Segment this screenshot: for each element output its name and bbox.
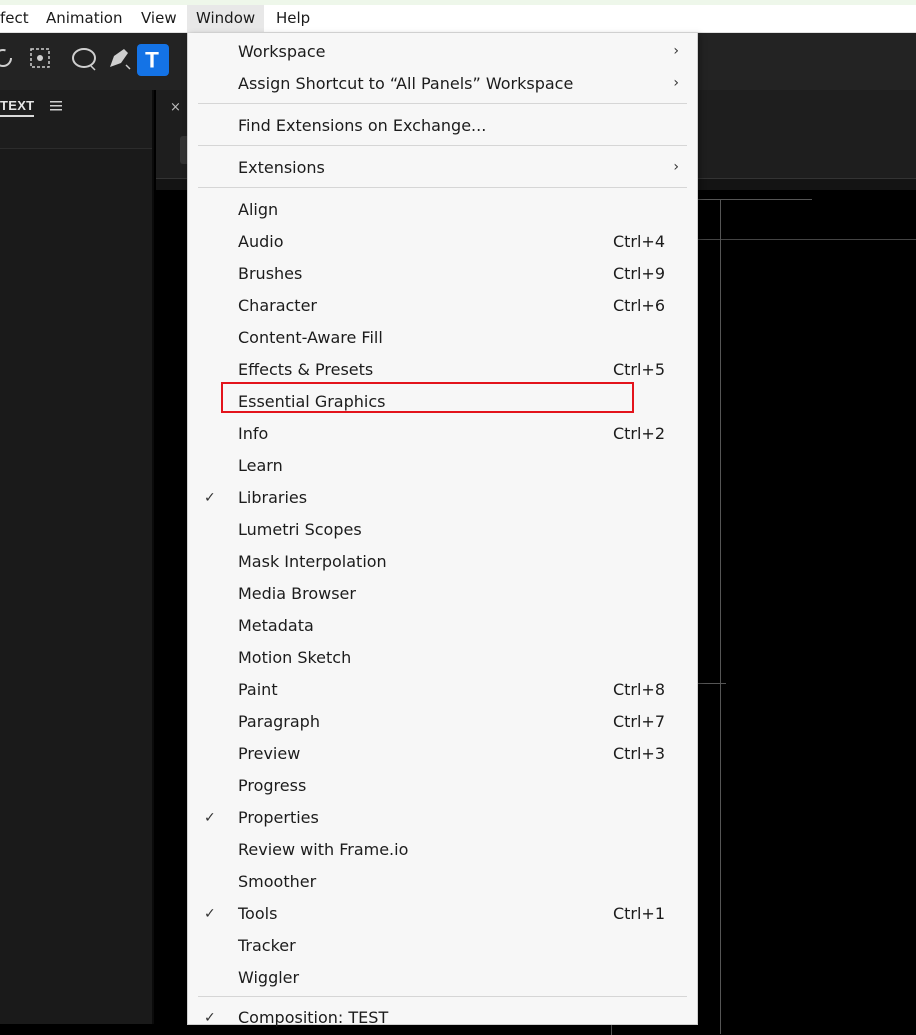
menu-bar: fect Animation View Window Help [0,5,916,33]
menu-item-label: Find Extensions on Exchange... [238,116,487,135]
panel-tab-text[interactable]: TEXT [0,98,35,117]
menu-separator [198,187,687,188]
menu-item-progress[interactable]: Progress [188,771,697,801]
checkmark-icon: ✓ [204,490,216,506]
menu-item-label: Character [238,296,317,315]
type-tool-icon[interactable]: T [137,44,169,76]
menu-item-shortcut: Ctrl+3 [612,744,665,763]
chevron-right-icon: › [673,43,679,59]
menu-item-assign-shortcut[interactable]: Assign Shortcut to “All Panels” Workspac… [188,69,697,99]
menu-item-label: Audio [238,232,284,251]
menu-item-character[interactable]: Character Ctrl+6 [188,291,697,321]
menu-item-wiggler[interactable]: Wiggler [188,963,697,993]
close-icon[interactable]: × [170,100,181,115]
menu-item-label: Media Browser [238,584,356,603]
menu-item-audio[interactable]: Audio Ctrl+4 [188,227,697,257]
menu-separator [198,996,687,997]
menu-item-find-extensions[interactable]: Find Extensions on Exchange... [188,111,697,141]
menu-item-brushes[interactable]: Brushes Ctrl+9 [188,259,697,289]
menu-item-shortcut: Ctrl+9 [612,264,665,283]
menu-item-label: Smoother [238,872,317,891]
menu-separator [198,103,687,104]
checkmark-icon: ✓ [204,810,216,826]
menu-item-review-frameio[interactable]: Review with Frame.io [188,835,697,865]
left-panel: TEXT [0,90,154,1024]
menu-item-label: Learn [238,456,283,475]
menu-item-shortcut: Ctrl+1 [612,904,665,923]
menu-effect[interactable]: fect [0,5,29,32]
menu-item-lumetri-scopes[interactable]: Lumetri Scopes [188,515,697,545]
checkmark-icon: ✓ [204,906,216,922]
pen-tool-icon[interactable] [104,43,134,73]
menu-item-metadata[interactable]: Metadata [188,611,697,641]
menu-window[interactable]: Window [187,5,265,32]
menu-item-shortcut: Ctrl+7 [612,712,665,731]
menu-item-label: Preview [238,744,301,763]
menu-item-label: Metadata [238,616,314,635]
menu-item-effects-presets[interactable]: Effects & Presets Ctrl+5 [188,355,697,385]
menu-item-label: Workspace [238,42,326,61]
menu-item-label: Tools [238,904,278,923]
menu-item-paragraph[interactable]: Paragraph Ctrl+7 [188,707,697,737]
panel-menu-icon[interactable] [50,100,62,112]
menu-animation[interactable]: Animation [46,5,122,32]
menu-item-label: Wiggler [238,968,300,987]
menu-separator [198,145,687,146]
menu-item-label: Properties [238,808,319,827]
highlight-annotation-box [221,382,634,413]
menu-item-label: Brushes [238,264,303,283]
menu-item-shortcut: Ctrl+8 [612,680,665,699]
menu-item-info[interactable]: Info Ctrl+2 [188,419,697,449]
menu-item-preview[interactable]: Preview Ctrl+3 [188,739,697,769]
menu-item-tracker[interactable]: Tracker [188,931,697,961]
menu-item-paint[interactable]: Paint Ctrl+8 [188,675,697,705]
menu-item-tools[interactable]: ✓ Tools Ctrl+1 [188,899,697,929]
menu-item-label: Libraries [238,488,308,507]
menu-item-label: Motion Sketch [238,648,352,667]
menu-item-shortcut: Ctrl+5 [612,360,665,379]
chevron-right-icon: › [673,159,679,175]
pan-behind-tool-icon[interactable] [25,43,55,73]
composition-frame-divider [720,199,721,1034]
menu-item-label: Paint [238,680,278,699]
menu-item-label: Extensions [238,158,325,177]
chevron-right-icon: › [673,75,679,91]
rotation-tool-icon[interactable] [0,43,18,73]
menu-item-label: Paragraph [238,712,320,731]
svg-text:T: T [145,47,159,72]
ellipse-tool-icon[interactable] [69,43,99,73]
menu-item-media-browser[interactable]: Media Browser [188,579,697,609]
checkmark-icon: ✓ [204,1010,216,1026]
menu-item-label: Composition: TEST [238,1008,389,1027]
menu-item-mask-interpolation[interactable]: Mask Interpolation [188,547,697,577]
menu-item-label: Content-Aware Fill [238,328,383,347]
menu-item-label: Review with Frame.io [238,840,409,859]
menu-item-label: Effects & Presets [238,360,374,379]
menu-item-label: Info [238,424,269,443]
menu-item-shortcut: Ctrl+4 [612,232,665,251]
menu-item-label: Assign Shortcut to “All Panels” Workspac… [238,74,574,93]
window-menu-dropdown: Workspace › Assign Shortcut to “All Pane… [187,33,698,1027]
menu-item-label: Progress [238,776,307,795]
menu-item-align[interactable]: Align [188,195,697,225]
menu-item-label: Tracker [238,936,296,955]
left-panel-header: TEXT [0,90,152,149]
menu-item-motion-sketch[interactable]: Motion Sketch [188,643,697,673]
menu-item-libraries[interactable]: ✓ Libraries [188,483,697,513]
menu-item-shortcut: Ctrl+6 [612,296,665,315]
menu-item-label: Align [238,200,279,219]
menu-item-label: Lumetri Scopes [238,520,362,539]
menu-item-workspace[interactable]: Workspace › [188,37,697,67]
menu-help[interactable]: Help [276,5,310,32]
menu-item-learn[interactable]: Learn [188,451,697,481]
menu-item-properties[interactable]: ✓ Properties [188,803,697,833]
menu-item-shortcut: Ctrl+2 [612,424,665,443]
menu-item-content-aware-fill[interactable]: Content-Aware Fill [188,323,697,353]
menu-item-composition-test[interactable]: ✓ Composition: TEST [188,1003,697,1033]
menu-view[interactable]: View [141,5,177,32]
menu-item-smoother[interactable]: Smoother [188,867,697,897]
menu-item-extensions[interactable]: Extensions › [188,153,697,183]
viewer-guide-line-mid [696,683,726,684]
menu-item-label: Mask Interpolation [238,552,387,571]
